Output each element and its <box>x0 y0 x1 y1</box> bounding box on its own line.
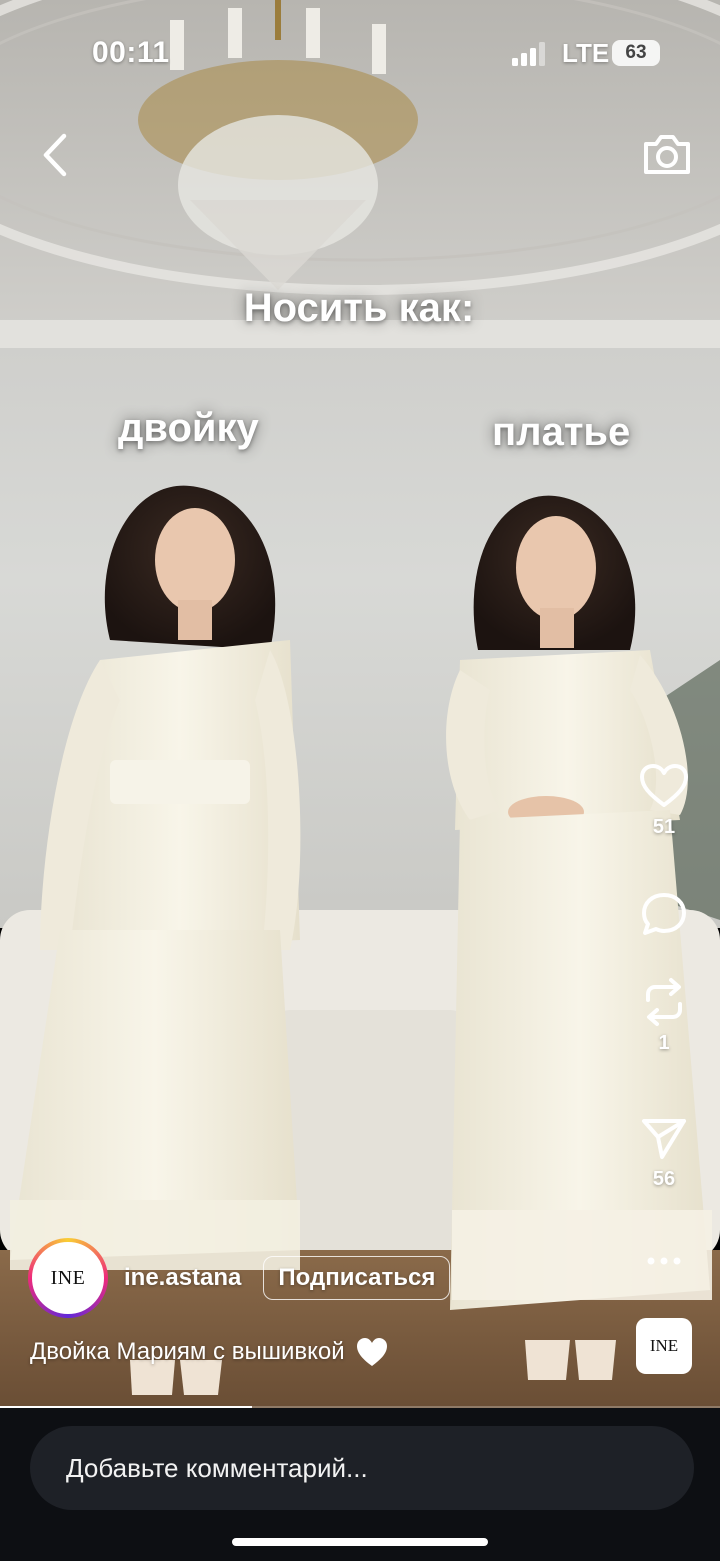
comment-input[interactable]: Добавьте комментарий... <box>30 1426 694 1510</box>
video-overlay-right-label: платье <box>492 410 631 454</box>
repost-button[interactable] <box>624 974 704 1030</box>
reposts-count: 1 <box>658 1032 670 1054</box>
chevron-left-icon <box>43 133 67 177</box>
like-action[interactable]: 51 <box>624 758 704 839</box>
more-action[interactable] <box>624 1236 704 1286</box>
caption-text: Двойка Мариям с вышивкой <box>30 1338 345 1365</box>
post-caption[interactable]: Двойка Мариям с вышивкой <box>30 1336 389 1368</box>
like-button[interactable] <box>624 758 704 814</box>
likes-count: 51 <box>652 816 676 838</box>
audio-thumbnail[interactable]: INE <box>636 1318 692 1374</box>
status-bar: 00:11 LTE 63 <box>0 0 720 100</box>
home-indicator <box>232 1538 488 1546</box>
video-frame-image <box>0 0 720 1408</box>
reel-video[interactable] <box>0 0 720 1408</box>
camera-icon <box>644 135 690 174</box>
comment-button[interactable] <box>624 886 704 942</box>
heart-outline-icon <box>640 764 688 807</box>
share-button[interactable] <box>624 1110 704 1166</box>
ellipsis-icon <box>647 1257 681 1265</box>
camera-button[interactable] <box>640 128 694 180</box>
white-heart-icon <box>356 1338 387 1366</box>
repost-arrows-icon <box>646 978 682 1026</box>
status-time: 00:11 <box>92 36 170 69</box>
speech-bubble-icon <box>642 893 686 935</box>
video-overlay-left-label: двойку <box>118 406 259 450</box>
username[interactable]: ine.astana <box>124 1264 241 1292</box>
paper-plane-icon <box>642 1119 686 1159</box>
follow-button[interactable]: Подписаться <box>263 1256 451 1300</box>
bottom-bar: Добавьте комментарий... <box>0 1408 720 1561</box>
author-row: INE ine.astana Подписаться <box>28 1236 451 1320</box>
back-button[interactable] <box>36 128 76 182</box>
shares-count: 56 <box>652 1168 676 1190</box>
network-type: LTE <box>562 38 610 68</box>
share-action[interactable]: 56 <box>624 1110 704 1191</box>
repost-action[interactable]: 1 <box>624 974 704 1055</box>
avatar[interactable]: INE <box>28 1238 108 1318</box>
avatar-logo: INE <box>32 1242 104 1314</box>
cellular-signal-icon <box>512 42 545 66</box>
comment-action[interactable] <box>624 886 704 944</box>
battery-indicator: 63 <box>612 40 660 66</box>
video-overlay-title: Носить как: <box>243 286 475 330</box>
more-button[interactable] <box>624 1236 704 1286</box>
